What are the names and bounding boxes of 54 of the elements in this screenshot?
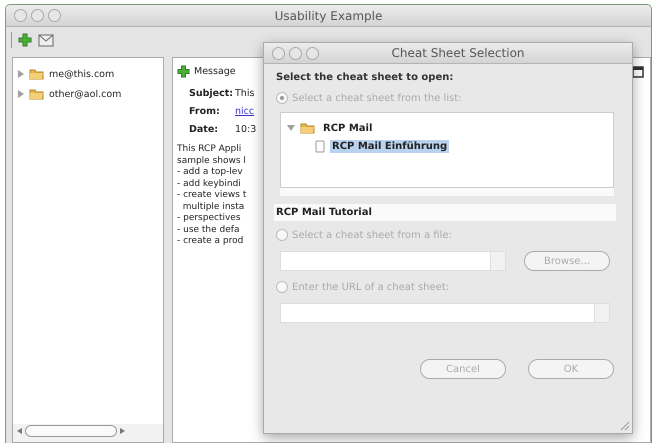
plus-icon (177, 64, 190, 78)
account-item[interactable]: me@this.com (49, 68, 114, 80)
scroll-thumb[interactable] (25, 425, 117, 437)
option-label: Enter the URL of a cheat sheet: (292, 282, 450, 292)
window-title: Usability Example (274, 8, 382, 22)
message-text: This RCP Appli (177, 144, 242, 156)
envelope-icon[interactable] (38, 34, 54, 46)
field-label: Date: (189, 124, 220, 134)
dropdown-button[interactable] (594, 304, 609, 322)
window-control-button[interactable] (272, 46, 285, 60)
radio-button[interactable] (276, 92, 288, 104)
maximize-icon[interactable] (632, 66, 644, 78)
message-text: - add a top-lev (177, 167, 243, 178)
collapse-arrow-icon[interactable] (287, 124, 295, 132)
window-control-button[interactable] (14, 9, 27, 22)
plus-icon[interactable] (18, 33, 32, 47)
dropdown-button[interactable] (490, 252, 505, 270)
tree-item[interactable]: RCP Mail (321, 122, 374, 134)
window-control-button[interactable] (48, 9, 61, 22)
folder-icon (29, 68, 45, 80)
radio-button[interactable] (276, 281, 288, 293)
folder-icon (29, 88, 45, 100)
option-label: Select a cheat sheet from the list: (292, 92, 462, 104)
message-text: - create views t (177, 190, 246, 202)
message-text: multiple insta (182, 202, 244, 213)
expand-arrow-icon[interactable] (17, 90, 25, 98)
window-control-button[interactable] (289, 46, 302, 60)
message-tab[interactable]: Message (194, 66, 236, 76)
folder-icon (300, 122, 316, 134)
prompt-text: Select the cheat sheet to open: (276, 72, 454, 85)
field-value: This (235, 88, 254, 98)
combo-field[interactable] (280, 251, 506, 271)
tree-item[interactable]: RCP Mail Einführung (330, 140, 450, 152)
account-item[interactable]: other@aol.com (49, 88, 122, 100)
document-icon (315, 140, 325, 152)
message-text: sample shows l (177, 156, 246, 167)
message-text: - add keybindi (177, 178, 241, 190)
option-label: Select a cheat sheet from a file: (292, 230, 452, 240)
combo-field[interactable] (280, 303, 610, 323)
message-text: - perspectives (177, 213, 241, 224)
window-control-button[interactable] (31, 9, 44, 22)
field-label: From: (189, 106, 221, 116)
horizontal-scrollbar[interactable] (13, 424, 163, 442)
field-label: Subject: (189, 88, 234, 98)
expand-arrow-icon[interactable] (17, 70, 25, 78)
resize-grip-icon[interactable] (620, 421, 630, 431)
description-field: RCP Mail Tutorial (274, 204, 616, 221)
dialog-title: Cheat Sheet Selection (390, 46, 525, 60)
window-control-button[interactable] (306, 46, 319, 60)
sender-link[interactable]: nicc (235, 106, 254, 116)
message-text: - create a prod (177, 236, 244, 248)
message-text: - use the defa (177, 224, 240, 236)
radio-button[interactable] (276, 229, 288, 241)
field-value: 10:3 (235, 124, 256, 134)
